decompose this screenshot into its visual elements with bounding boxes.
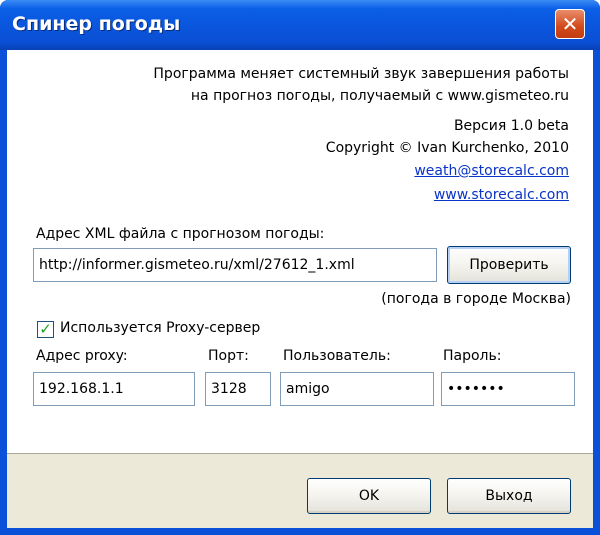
exit-button[interactable]: Выход: [447, 478, 571, 514]
description-line-2: на прогноз погоды, получаемый с www.gism…: [190, 88, 569, 104]
dialog-window: Спинер погоды ✕ Программа меняет системн…: [0, 0, 600, 535]
dialog-body: Программа меняет системный звук завершен…: [7, 50, 593, 528]
title-bar[interactable]: Спинер погоды ✕: [0, 0, 600, 50]
window-title: Спинер погоды: [12, 13, 181, 35]
check-button[interactable]: Проверить: [447, 246, 571, 284]
settings-panel: Программа меняет системный звук завершен…: [7, 50, 593, 454]
proxy-password-input[interactable]: •••••••: [441, 372, 575, 406]
proxy-address-label: Адрес proxy:: [36, 348, 128, 364]
proxy-password-label: Пароль:: [443, 348, 502, 364]
proxy-address-input[interactable]: 192.168.1.1: [33, 372, 195, 406]
xml-url-input[interactable]: http://informer.gismeteo.ru/xml/27612_1.…: [33, 248, 437, 282]
close-button[interactable]: ✕: [555, 9, 585, 39]
description-line-1: Программа меняет системный звук завершен…: [153, 66, 569, 82]
proxy-user-input[interactable]: amigo: [280, 372, 434, 406]
xml-url-label: Адрес XML файла с прогнозом погоды:: [36, 226, 325, 242]
city-note: (погода в городе Москва): [381, 291, 571, 307]
proxy-user-label: Пользователь:: [283, 348, 391, 364]
close-icon: ✕: [561, 12, 579, 36]
copyright-text: Copyright © Ivan Kurchenko, 2010: [325, 140, 569, 156]
version-text: Версия 1.0 beta: [453, 118, 569, 134]
email-link[interactable]: weath@storecalc.com: [414, 163, 569, 179]
proxy-checkbox[interactable]: ✓: [37, 321, 54, 338]
proxy-port-input[interactable]: 3128: [205, 372, 271, 406]
website-link[interactable]: www.storecalc.com: [434, 187, 569, 203]
checkmark-icon: ✓: [39, 320, 52, 338]
proxy-checkbox-label[interactable]: Используется Proxy-сервер: [60, 320, 260, 336]
proxy-port-label: Порт:: [208, 348, 249, 364]
ok-button[interactable]: OK: [307, 478, 431, 514]
